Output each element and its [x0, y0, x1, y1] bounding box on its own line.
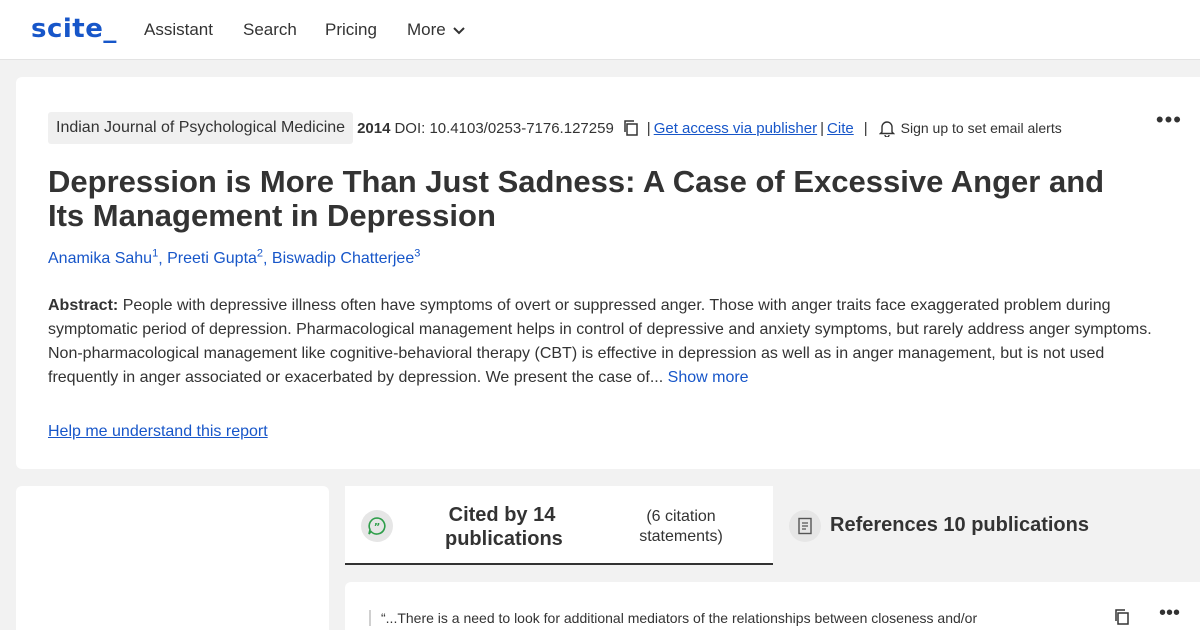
nav-assistant[interactable]: Assistant [144, 20, 213, 40]
help-understand-link[interactable]: Help me understand this report [48, 423, 268, 441]
tab-cited-by[interactable]: ” Cited by 14 publications (6 citation s… [345, 486, 773, 565]
author-list: Anamika Sahu1, Preeti Gupta2, Biswadip C… [48, 248, 421, 268]
nav-more-label: More [407, 20, 446, 39]
article-meta: Indian Journal of Psychological Medicine… [48, 112, 1062, 144]
author-link[interactable]: Anamika Sahu1 [48, 248, 158, 267]
nav-search[interactable]: Search [243, 20, 297, 40]
abstract: Abstract: People with depressive illness… [48, 294, 1173, 390]
scite-logo[interactable]: scite_ [31, 14, 117, 44]
journal-name[interactable]: Indian Journal of Psychological Medicine [48, 112, 354, 144]
abstract-label: Abstract: [48, 297, 119, 314]
author-link[interactable]: Biswadip Chatterjee3 [272, 248, 420, 267]
publication-year: 2014 [357, 119, 391, 137]
svg-text:”: ” [374, 522, 381, 533]
article-title: Depression is More Than Just Sadness: A … [48, 164, 1105, 233]
show-more-link[interactable]: Show more [668, 369, 749, 386]
email-alerts-label: Sign up to set email alerts [900, 120, 1062, 136]
author-link[interactable]: Preeti Gupta2 [167, 248, 263, 267]
email-alerts-button[interactable]: Sign up to set email alerts [878, 120, 1062, 137]
separator: | [820, 119, 825, 137]
references-icon [789, 510, 821, 542]
bell-icon [878, 120, 895, 137]
cited-by-title: Cited by 14 publications [445, 504, 563, 550]
left-panel [16, 486, 329, 630]
citation-quote: “...There is a need to look for addition… [369, 610, 977, 626]
separator: | [646, 119, 651, 137]
more-options-icon[interactable]: ••• [1159, 602, 1180, 625]
cite-link[interactable]: Cite [827, 120, 854, 137]
abstract-text: People with depressive illness often hav… [48, 297, 1152, 386]
tab-references[interactable]: References 10 publications [773, 486, 1200, 565]
copy-icon[interactable] [622, 119, 640, 137]
references-title: References 10 publications [830, 514, 1089, 536]
chevron-down-icon [453, 27, 465, 35]
doi-text: DOI: 10.4103/0253-7176.127259 [394, 119, 614, 137]
separator: | [863, 119, 868, 137]
get-access-link[interactable]: Get access via publisher [654, 120, 817, 137]
citation-statements-count: (6 citation statements) [639, 508, 723, 545]
article-card: Indian Journal of Psychological Medicine… [16, 77, 1200, 469]
nav-pricing[interactable]: Pricing [325, 20, 377, 40]
nav-more[interactable]: More [407, 20, 466, 40]
more-options-icon[interactable]: ••• [1156, 107, 1182, 133]
top-nav-bar: scite_ Assistant Search Pricing More [0, 0, 1200, 60]
citation-statement-card: “...There is a need to look for addition… [345, 582, 1200, 630]
citation-statement-icon: ” [361, 510, 393, 542]
copy-icon[interactable] [1113, 608, 1131, 626]
